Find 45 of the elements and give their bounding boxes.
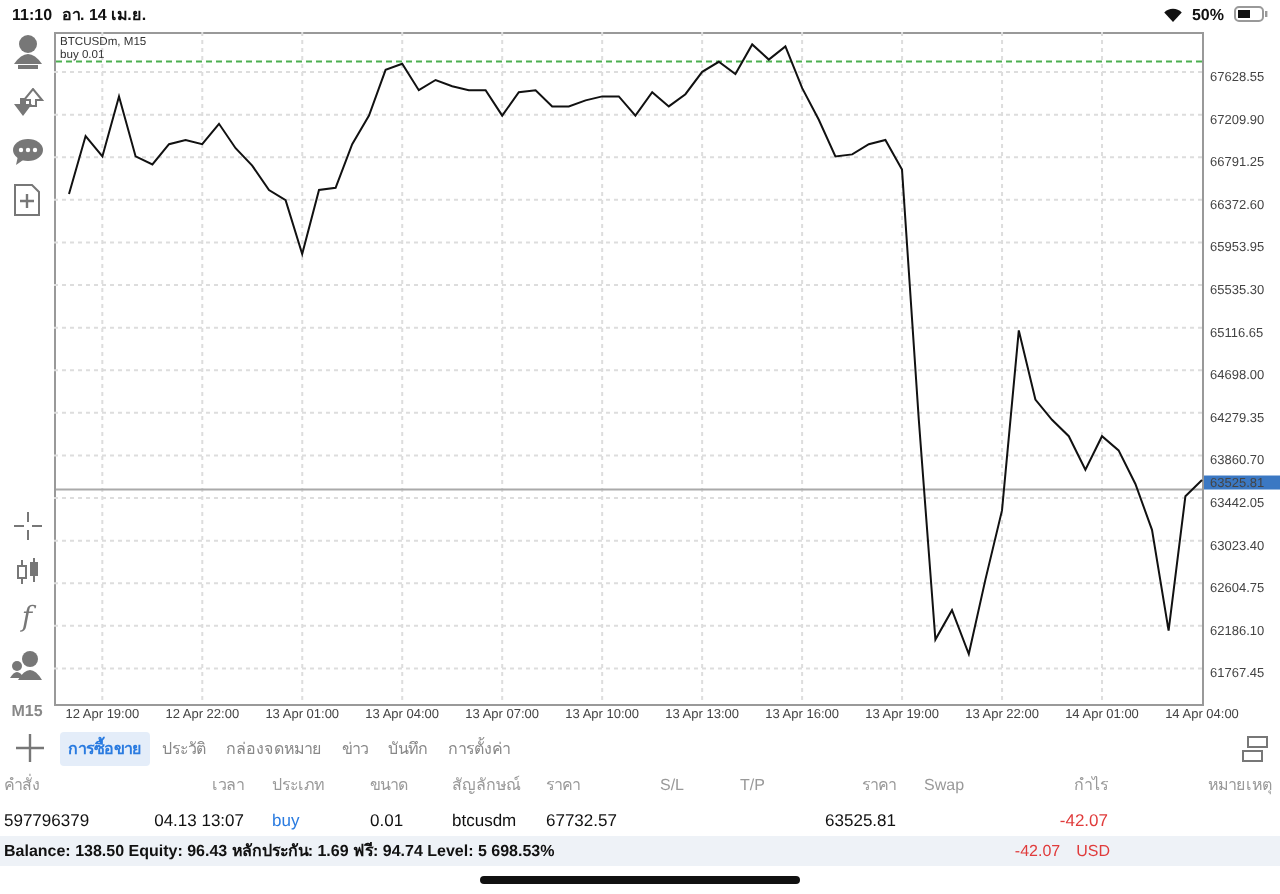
- chat-icon[interactable]: [11, 138, 43, 166]
- table-cell: -42.07: [1059, 809, 1108, 829]
- add-document-icon[interactable]: [14, 184, 40, 216]
- tab[interactable]: กล่องจดหมาย: [218, 731, 330, 765]
- battery-icon: [1234, 6, 1268, 22]
- tab[interactable]: ประวัติ: [154, 731, 214, 765]
- table-cell: 597796379: [4, 809, 90, 829]
- arrows-icon[interactable]: [11, 88, 43, 120]
- candlestick-icon[interactable]: [15, 558, 39, 586]
- table-cell: 63525.81: [825, 809, 896, 829]
- crosshair-icon[interactable]: [13, 512, 41, 540]
- tab[interactable]: บันทึก: [380, 731, 436, 765]
- person-icon[interactable]: [11, 34, 43, 70]
- tab[interactable]: การซื้อขาย: [60, 731, 150, 765]
- column-header: ราคา: [546, 774, 580, 798]
- column-header: หมายเหตุ: [1208, 774, 1272, 798]
- total-profit: -42.07: [1014, 842, 1061, 860]
- timeframe-label[interactable]: M15: [11, 702, 43, 720]
- table-cell: btcusdm: [452, 809, 517, 829]
- people-icon[interactable]: [10, 650, 44, 680]
- table-cell-text: 0.01: [370, 809, 406, 829]
- column-header: กำไร: [1074, 774, 1108, 798]
- table-cell-text: buy: [270, 809, 302, 829]
- clock-time: 11:10: [12, 5, 53, 23]
- column-header: S/L: [660, 776, 687, 794]
- layout-icon[interactable]: [1242, 735, 1268, 761]
- column-header: ขนาด: [370, 774, 410, 798]
- date-text: อา. 14 เม.ย.: [62, 3, 147, 27]
- column-header: เวลา: [212, 774, 244, 798]
- tab[interactable]: ข่าว: [334, 731, 376, 765]
- table-cell: 67732.57: [546, 809, 617, 829]
- add-icon[interactable]: [16, 734, 44, 762]
- column-header: คำสั่ง: [4, 772, 40, 798]
- table-cell: 04.13 13:07: [154, 809, 244, 829]
- tab[interactable]: การตั้งค่า: [440, 731, 518, 765]
- battery-percent: 50%: [1191, 5, 1224, 23]
- column-header: สัญลักษณ์: [452, 773, 520, 798]
- account-summary: Balance: 138.50 Equity: 96.43 หลักประกัน: 1.69 ฟรี: 94.74 Level: 5 698.53%: [4, 840, 555, 864]
- column-header: ราคา: [862, 774, 896, 798]
- column-header: Swap: [922, 776, 967, 794]
- column-header: ประเภท: [270, 774, 326, 798]
- wifi-icon: [1163, 7, 1182, 21]
- column-header: T/P: [740, 776, 767, 794]
- currency-label: USD: [1076, 842, 1110, 860]
- function-icon[interactable]: f: [21, 604, 33, 632]
